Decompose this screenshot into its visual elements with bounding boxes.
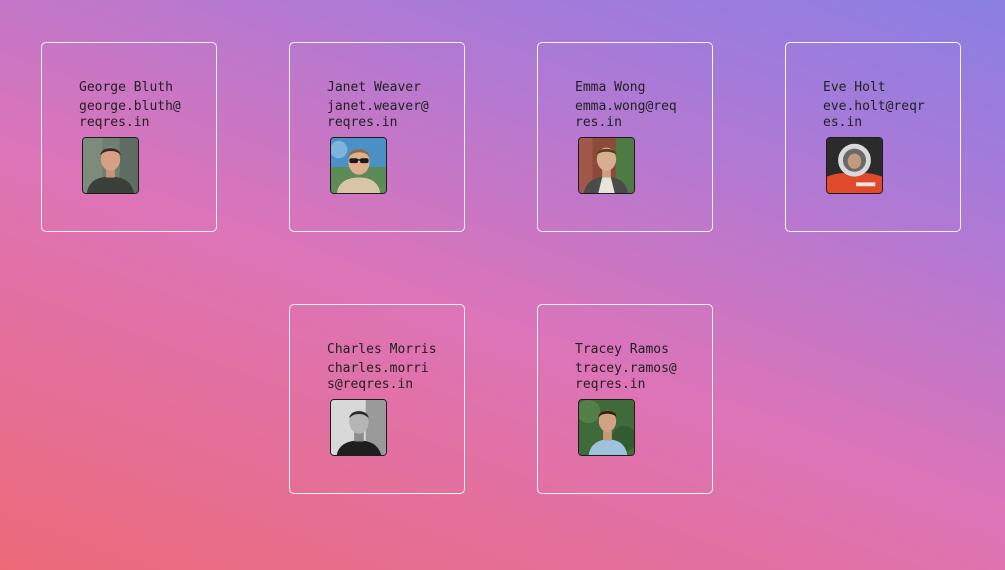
user-card: Janet Weaver janet.weaver@reqres.in [289,42,465,232]
user-email: janet.weaver@reqres.in [327,99,429,130]
user-card: George Bluth george.bluth@reqres.in [41,42,217,232]
avatar-photo-icon [331,138,386,193]
avatar-photo-icon [83,138,138,193]
avatar-photo-icon [331,400,386,455]
user-avatar [826,137,883,194]
user-email: eve.holt@reqres.in [823,99,925,130]
user-name: Janet Weaver [327,80,421,95]
user-name: Emma Wong [575,80,646,95]
user-card: Emma Wong emma.wong@reqres.in [537,42,713,232]
user-avatar [82,137,139,194]
avatar-photo-icon [827,138,882,193]
user-avatar [578,137,635,194]
user-name: Eve Holt [823,80,886,95]
user-name: Charles Morris [327,342,437,357]
user-email: george.bluth@reqres.in [79,99,181,130]
user-name: George Bluth [79,80,173,95]
user-email: emma.wong@reqres.in [575,99,677,130]
user-email: charles.morris@reqres.in [327,361,429,392]
user-card: Eve Holt eve.holt@reqres.in [785,42,961,232]
user-card: Charles Morris charles.morris@reqres.in [289,304,465,494]
user-name: Tracey Ramos [575,342,669,357]
avatar-photo-icon [579,400,634,455]
user-avatar [578,399,635,456]
user-card: Tracey Ramos tracey.ramos@reqres.in [537,304,713,494]
user-avatar [330,137,387,194]
user-email: tracey.ramos@reqres.in [575,361,677,392]
avatar-photo-icon [579,138,634,193]
user-avatar [330,399,387,456]
